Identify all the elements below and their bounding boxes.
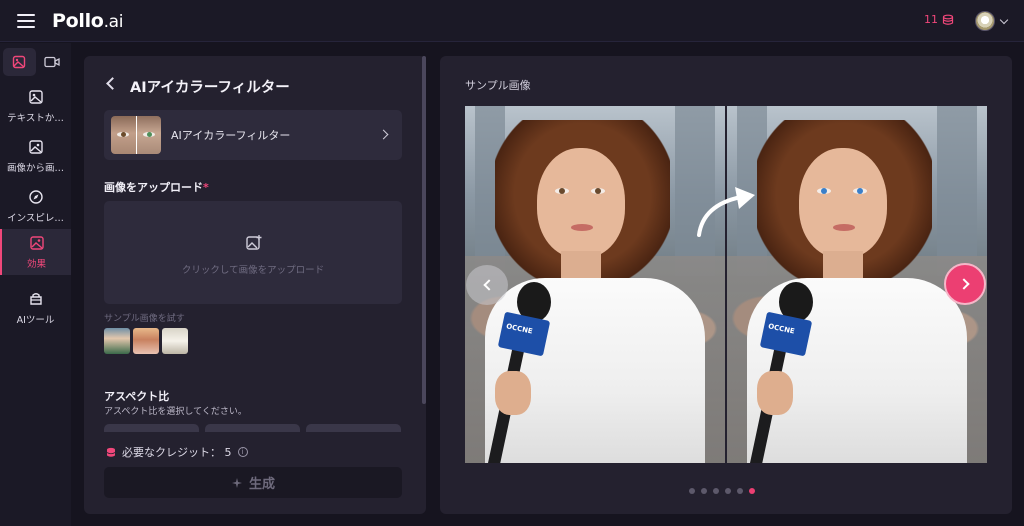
- logo-main: Pollo: [52, 9, 104, 32]
- sparkle-icon: [231, 477, 242, 488]
- required-mark: *: [203, 181, 209, 194]
- account-menu[interactable]: [975, 11, 1009, 31]
- chevron-right-icon: [378, 129, 389, 140]
- image-to-image-icon: [28, 139, 43, 154]
- panel-scrollbar[interactable]: [422, 56, 426, 404]
- sample-image-thumb[interactable]: [104, 328, 130, 354]
- sidebar-item-label: 効果: [26, 258, 46, 270]
- effects-icon: [29, 235, 44, 250]
- video-mode-icon: [44, 56, 60, 68]
- sample-image-thumb[interactable]: [162, 328, 188, 354]
- aspect-ratio-options: [104, 424, 401, 432]
- generate-button[interactable]: 生成: [104, 467, 402, 498]
- sample-images: [104, 328, 188, 354]
- ai-tools-icon: [29, 292, 42, 305]
- carousel-dot-active[interactable]: [749, 488, 755, 494]
- image-mode-icon: [13, 55, 26, 69]
- aspect-ratio-option[interactable]: [104, 424, 199, 432]
- aspect-ratio-option[interactable]: [306, 424, 401, 432]
- chevron-down-icon: [999, 15, 1009, 24]
- page-title: AIアイカラーフィルター: [130, 80, 290, 96]
- sample-preview-title: サンプル画像: [465, 79, 531, 92]
- coin-icon: [942, 14, 954, 25]
- coin-icon: [106, 447, 116, 457]
- image-mode-button[interactable]: [3, 48, 36, 76]
- top-bar: Pollo.ai 11: [0, 0, 1024, 42]
- upload-dropzone[interactable]: クリックして画像をアップロード: [104, 201, 402, 304]
- aspect-ratio-title: アスペクト比: [104, 390, 170, 403]
- generate-label: 生成: [248, 477, 275, 492]
- curved-arrow-icon: [697, 187, 755, 237]
- sample-images-label: サンプル画像を試す: [104, 314, 185, 324]
- menu-icon[interactable]: [17, 13, 35, 28]
- aspect-ratio-subtitle: アスペクト比を選択してください。: [104, 407, 247, 417]
- sample-preview: OCCNE OCCNE: [465, 106, 987, 463]
- logo[interactable]: Pollo.ai: [52, 9, 124, 32]
- required-credits: 必要なクレジット： 5 i: [106, 444, 248, 460]
- chevron-left-icon: [482, 279, 495, 291]
- sidebar-item-label: 画像から画…: [6, 162, 64, 174]
- logo-suffix: .ai: [103, 11, 124, 32]
- avatar: [975, 11, 995, 31]
- carousel-dot[interactable]: [689, 488, 695, 494]
- effect-name: AIアイカラーフィルター: [171, 129, 291, 142]
- carousel-dot[interactable]: [701, 488, 707, 494]
- chevron-right-icon: [957, 278, 970, 290]
- video-mode-button[interactable]: [36, 48, 69, 76]
- sidebar-item-effects[interactable]: 効果: [0, 229, 71, 275]
- credits-badge[interactable]: 11: [924, 13, 954, 26]
- upload-hint: クリックして画像をアップロード: [181, 265, 325, 276]
- upload-label: 画像をアップロード*: [104, 179, 209, 195]
- sidebar-item-label: インスピレ…: [7, 212, 64, 224]
- mic-brand: OCCNE: [767, 322, 796, 336]
- effect-thumbnail: [111, 116, 161, 154]
- info-icon[interactable]: i: [237, 447, 248, 457]
- credits-value: 11: [924, 13, 938, 26]
- sidebar-item-label: AIツール: [16, 314, 55, 326]
- text-to-image-icon: [28, 89, 43, 104]
- sidebar-item-text-to-image[interactable]: テキストか…: [0, 83, 71, 129]
- effect-selector[interactable]: AIアイカラーフィルター: [104, 110, 402, 160]
- sample-image-thumb[interactable]: [133, 328, 159, 354]
- upload-label-text: 画像をアップロード: [104, 181, 203, 194]
- carousel-dot[interactable]: [725, 488, 731, 494]
- compass-icon: [28, 189, 43, 204]
- sidebar-item-inspiration[interactable]: インスピレ…: [0, 183, 71, 229]
- carousel-dots: [689, 488, 755, 494]
- sidebar-item-ai-tools[interactable]: AIツール: [0, 285, 71, 331]
- mic-brand: OCCNE: [505, 322, 534, 336]
- carousel-dot[interactable]: [713, 488, 719, 494]
- aspect-ratio-option[interactable]: [205, 424, 300, 432]
- mode-toggle: [3, 48, 68, 76]
- carousel-dot[interactable]: [737, 488, 743, 494]
- sidebar-item-image-to-image[interactable]: 画像から画…: [0, 133, 71, 179]
- sidebar-item-label: テキストか…: [7, 112, 64, 124]
- required-credits-text: 必要なクレジット： 5: [122, 446, 232, 459]
- image-upload-icon: [246, 235, 262, 250]
- carousel-next-button[interactable]: [944, 263, 986, 305]
- left-rail: テキストか… 画像から画… インスピレ… 効果 AIツール: [0, 43, 71, 526]
- carousel-prev-button[interactable]: [466, 265, 508, 305]
